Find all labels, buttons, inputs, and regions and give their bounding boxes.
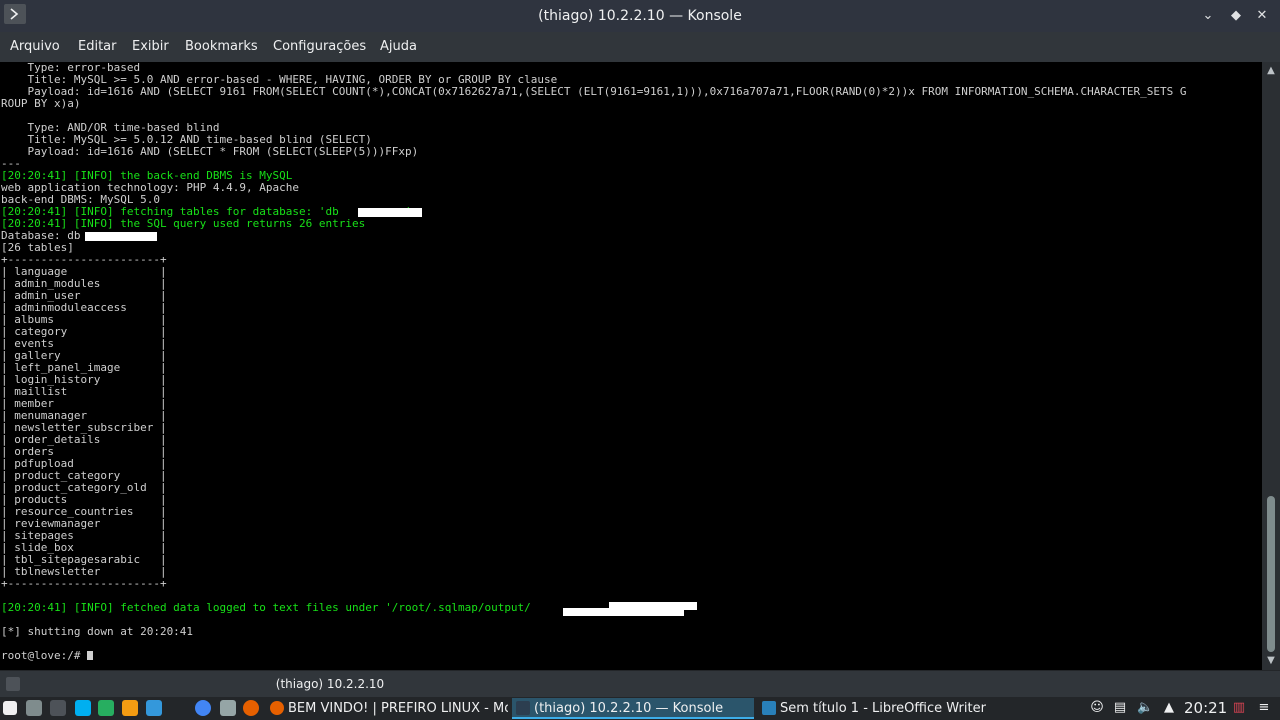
terminal-line: | product_category_old |	[1, 481, 167, 494]
terminal-icon	[516, 701, 530, 715]
terminal-line: | maillist |	[1, 385, 167, 398]
terminal-line: | reviewmanager |	[1, 517, 167, 530]
terminal-line: | language |	[1, 265, 167, 278]
terminal-lines: Type: error-based Title: MySQL >= 5.0 AN…	[1, 62, 1186, 662]
tab-bar: (thiago) 10.2.2.10	[0, 670, 1280, 697]
terminal-line: | tblnewsletter |	[1, 565, 167, 578]
window-titlebar: (thiago) 10.2.2.10 — Konsole ⌄ ◆ ✕	[0, 0, 1280, 32]
redaction-bar	[563, 608, 684, 616]
terminal-line: | resource_countries |	[1, 505, 167, 518]
tab-session[interactable]: (thiago) 10.2.2.10	[0, 677, 660, 691]
trash-icon[interactable]: ▥	[1231, 700, 1247, 716]
close-icon[interactable]: ✕	[1252, 6, 1272, 26]
terminal-line: | category |	[1, 325, 167, 338]
clock[interactable]: 20:21	[1184, 698, 1227, 719]
terminal-line: | gallery |	[1, 349, 167, 362]
terminal-line: | pdfupload |	[1, 457, 167, 470]
terminal-line: Payload: id=1616 AND (SELECT * FROM (SEL…	[1, 145, 419, 158]
task-firefox[interactable]: BEM VINDO! | PREFIRO LINUX - Mo:	[266, 698, 508, 719]
terminal-line: +-----------------------+	[1, 577, 167, 590]
terminal-line: | products |	[1, 493, 167, 506]
terminal-line: | order_details |	[1, 433, 167, 446]
firefox-icon[interactable]	[243, 700, 259, 716]
chrome-icon[interactable]	[195, 700, 211, 716]
terminal-line: web application technology: PHP 4.4.9, A…	[1, 181, 300, 194]
terminal-line: Payload: id=1616 AND (SELECT 9161 FROM(S…	[1, 85, 1187, 98]
terminal-line: | left_panel_image |	[1, 361, 167, 374]
terminal-line: | tbl_sitepagesarabic |	[1, 553, 167, 566]
scroll-down-icon[interactable]: ▼	[1262, 654, 1280, 668]
image-viewer-icon[interactable]	[98, 700, 114, 716]
terminal-line: +-----------------------+	[1, 253, 167, 266]
terminal-line: | slide_box |	[1, 541, 167, 554]
terminal-line: | member |	[1, 397, 167, 410]
terminal-line: | events |	[1, 337, 167, 350]
terminal-line: | sitepages |	[1, 529, 167, 542]
terminal-line: ROUP BY x)a)	[1, 97, 81, 110]
menu-exibir[interactable]: Exibir	[132, 39, 169, 54]
document-icon[interactable]	[146, 700, 162, 716]
task-label: (thiago) 10.2.2.10 — Konsole	[534, 701, 724, 716]
redaction-bar	[85, 232, 157, 241]
terminal-line: | newsletter_subscriber |	[1, 421, 167, 434]
tray-expand-icon[interactable]: ▲	[1161, 700, 1177, 716]
task-konsole[interactable]: (thiago) 10.2.2.10 — Konsole	[512, 698, 754, 719]
maximize-icon[interactable]: ◆	[1226, 6, 1246, 26]
volume-icon[interactable]: 🔈	[1137, 700, 1153, 716]
terminal-line: | orders |	[1, 445, 167, 458]
taskbar: BEM VINDO! | PREFIRO LINUX - Mo: (thiago…	[0, 697, 1280, 720]
archive-icon[interactable]	[122, 700, 138, 716]
menu-bookmarks[interactable]: Bookmarks	[185, 39, 258, 54]
terminal-scrollbar[interactable]: ▲ ▼	[1262, 62, 1280, 670]
terminal-line: | menumanager |	[1, 409, 167, 422]
skype-icon[interactable]	[75, 700, 91, 716]
terminal-line: [20:20:41] [INFO] the SQL query used ret…	[1, 217, 366, 230]
terminal-line: | albums |	[1, 313, 167, 326]
firefox-icon	[270, 701, 284, 715]
terminal-line: Database: db	[1, 229, 81, 242]
task-label: Sem título 1 - LibreOffice Writer	[780, 701, 986, 716]
scrollbar-thumb[interactable]	[1267, 496, 1275, 652]
terminal-line: [26 tables]	[1, 241, 74, 254]
redaction-bar	[358, 208, 422, 217]
terminal-output[interactable]: Type: error-based Title: MySQL >= 5.0 AN…	[0, 62, 1262, 670]
app-launcher-icon[interactable]	[3, 701, 17, 715]
terminal-line: | admin_modules |	[1, 277, 167, 290]
menu-ajuda[interactable]: Ajuda	[380, 39, 417, 54]
menu-bar: Arquivo Editar Exibir Bookmarks Configur…	[0, 32, 1280, 62]
file-manager-icon[interactable]	[220, 700, 236, 716]
window-title: (thiago) 10.2.2.10 — Konsole	[538, 8, 742, 24]
system-settings-icon[interactable]	[26, 700, 42, 716]
menu-icon[interactable]: ≡	[1256, 700, 1272, 716]
terminal-line: | adminmoduleaccess |	[1, 301, 167, 314]
task-label: BEM VINDO! | PREFIRO LINUX - Mo:	[288, 701, 508, 716]
user-switch-icon[interactable]: ☺	[1089, 700, 1105, 716]
menu-configuracoes[interactable]: Configurações	[273, 39, 366, 54]
terminal-line: [*] shutting down at 20:20:41	[1, 625, 194, 638]
terminal-launcher-icon[interactable]	[50, 700, 66, 716]
scroll-up-icon[interactable]: ▲	[1262, 64, 1280, 78]
clipboard-icon[interactable]: ▤	[1112, 700, 1128, 716]
shell-prompt: root@love:/#	[1, 650, 1186, 662]
terminal-line: | product_category |	[1, 469, 167, 482]
writer-icon	[762, 701, 776, 715]
task-writer[interactable]: Sem título 1 - LibreOffice Writer	[758, 698, 1000, 719]
menu-editar[interactable]: Editar	[78, 39, 117, 54]
terminal-line: | login_history |	[1, 373, 167, 386]
terminal-line: | admin_user |	[1, 289, 167, 302]
text-cursor	[87, 651, 94, 660]
minimize-icon[interactable]: ⌄	[1198, 6, 1218, 26]
menu-arquivo[interactable]: Arquivo	[10, 39, 60, 54]
